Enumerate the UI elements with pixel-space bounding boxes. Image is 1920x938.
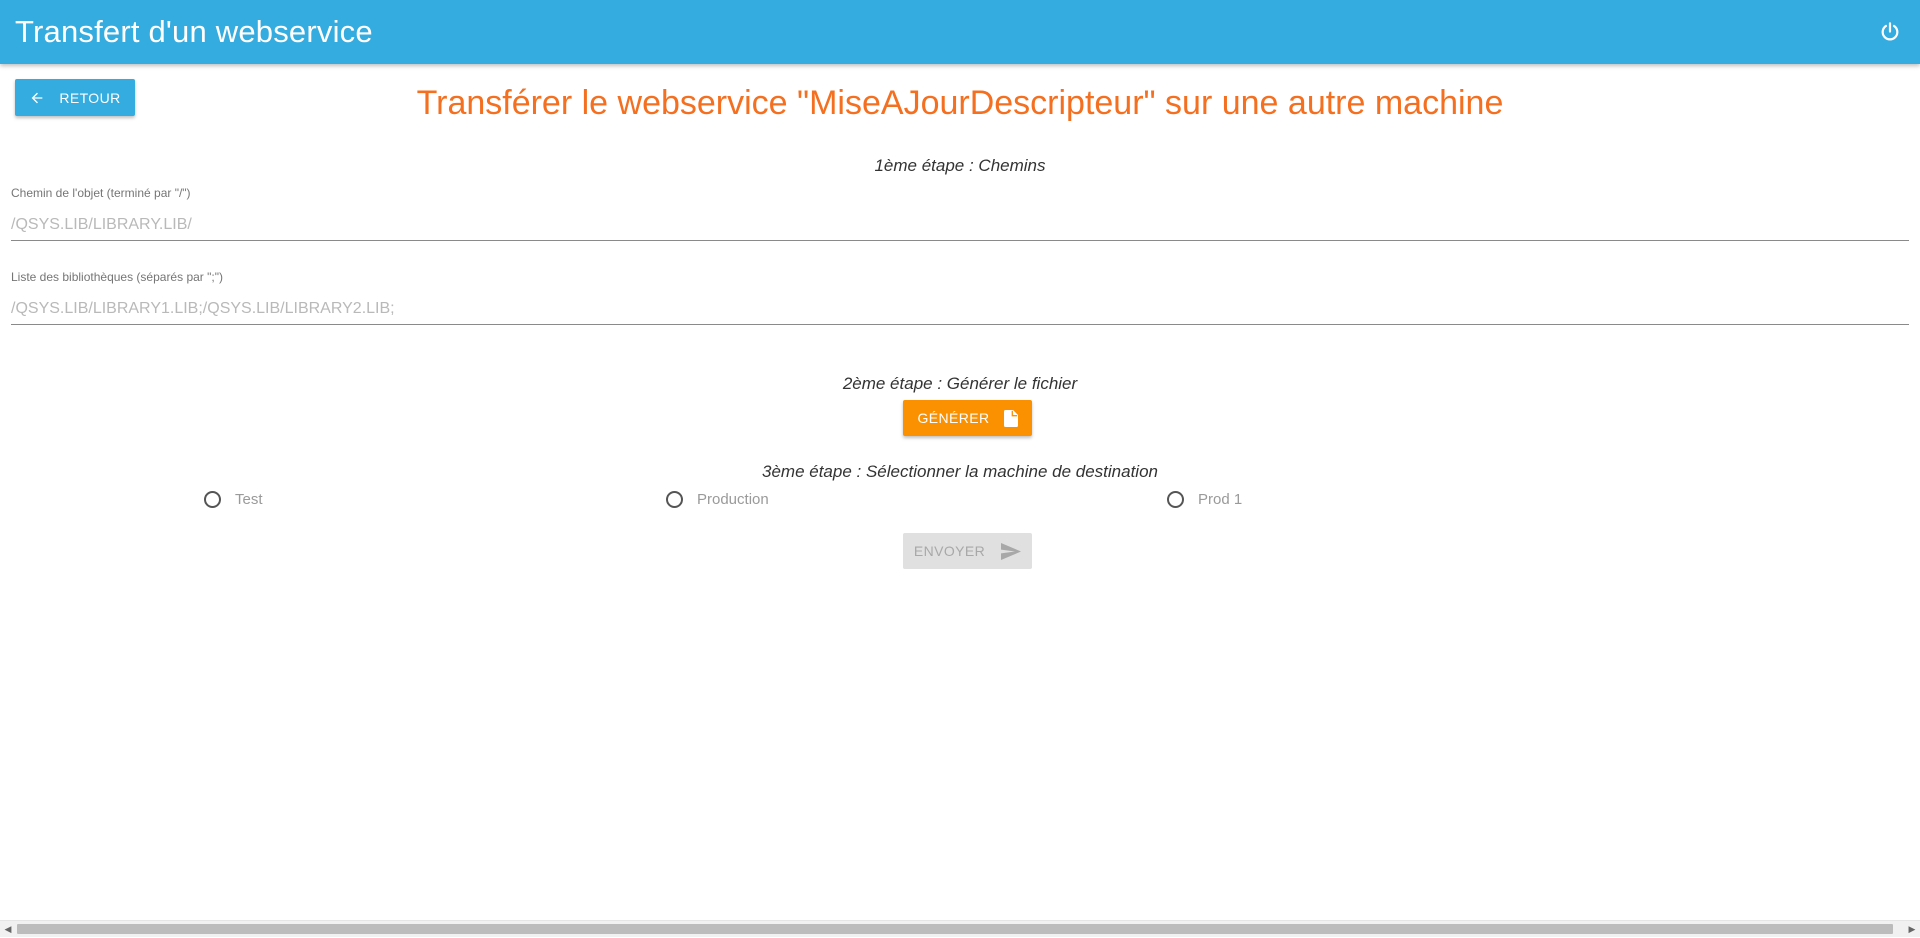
radio-label: Prod 1 <box>1198 491 1243 508</box>
file-icon <box>1003 409 1018 427</box>
radio-circle[interactable] <box>666 491 683 508</box>
radio-label: Production <box>697 491 769 508</box>
libraries-label: Liste des bibliothèques (séparés par ";"… <box>11 270 223 284</box>
libraries-input[interactable] <box>11 285 1909 325</box>
object-path-input[interactable] <box>11 201 1909 241</box>
radio-machine-prod1[interactable]: Prod 1 <box>1167 491 1242 508</box>
send-button[interactable]: Envoyer <box>903 533 1032 569</box>
generate-button-label: Générer <box>917 410 990 426</box>
app-title: Transfert d'un webservice <box>15 14 373 49</box>
radio-machine-test[interactable]: Test <box>204 491 263 508</box>
app-bar: Transfert d'un webservice <box>0 0 1920 64</box>
power-icon <box>1881 22 1899 41</box>
step2-title: 2ème étape : Générer le fichier <box>842 374 1078 393</box>
radio-circle[interactable] <box>1167 491 1184 508</box>
page-title: Transférer le webservice "MiseAJourDescr… <box>416 84 1504 122</box>
radio-machine-production[interactable]: Production <box>666 491 769 508</box>
object-path-label: Chemin de l'objet (terminé par "/") <box>11 186 191 200</box>
generate-button[interactable]: Générer <box>903 400 1032 436</box>
step1-title: 1ème étape : Chemins <box>874 156 1046 175</box>
object-path-field: Chemin de l'objet (terminé par "/") <box>11 185 1909 241</box>
step3-title: 3ème étape : Sélectionner la machine de … <box>762 462 1158 481</box>
horizontal-scrollbar[interactable]: ◀ ▶ <box>0 920 1920 937</box>
send-button-label: Envoyer <box>913 543 986 559</box>
scroll-left-icon[interactable]: ◀ <box>0 921 16 938</box>
radio-circle[interactable] <box>204 491 221 508</box>
send-icon <box>1001 542 1022 560</box>
libraries-field: Liste des bibliothèques (séparés par ";"… <box>11 269 1909 325</box>
scrollbar-thumb[interactable] <box>17 924 1893 934</box>
radio-label: Test <box>235 491 263 508</box>
power-button[interactable] <box>1873 15 1907 49</box>
scroll-right-icon[interactable]: ▶ <box>1904 921 1920 938</box>
